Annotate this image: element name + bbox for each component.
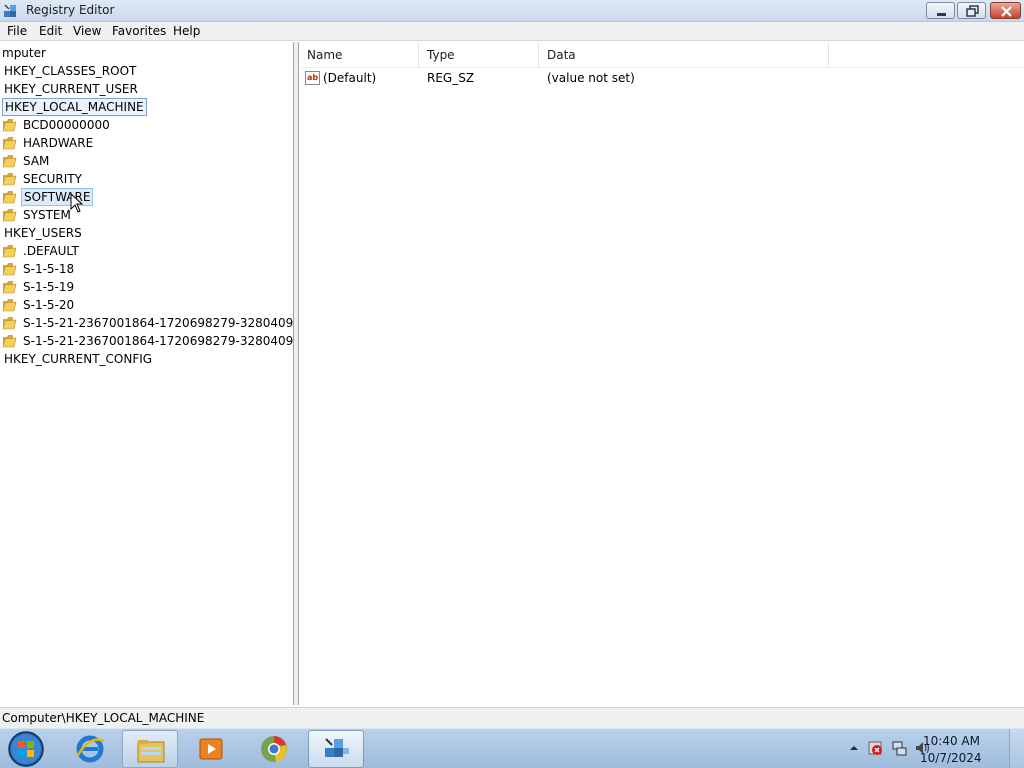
menu-help[interactable]: Help (173, 24, 200, 38)
folder-icon (2, 335, 17, 348)
show-hidden-icons-chevron-icon[interactable] (846, 740, 862, 756)
string-value-icon: ab (305, 71, 320, 85)
tree-item-label: HARDWARE (23, 136, 94, 150)
folder-icon (2, 173, 17, 186)
value-row[interactable]: ab (Default) REG_SZ (value not set) (299, 69, 1024, 87)
chrome-icon (261, 736, 287, 762)
tree-item-label: SAM (23, 154, 50, 168)
value-data: (value not set) (547, 71, 635, 85)
restore-button[interactable] (957, 2, 986, 19)
folder-icon (2, 245, 17, 258)
menu-file[interactable]: File (7, 24, 27, 38)
mouse-cursor-icon (70, 193, 84, 213)
start-orb-icon[interactable] (6, 730, 46, 768)
menu-favorites[interactable]: Favorites (112, 24, 166, 38)
tree-item-label: HKEY_USERS (4, 226, 82, 240)
folder-icon (2, 191, 17, 204)
close-button[interactable] (990, 2, 1021, 19)
taskbar-chrome[interactable] (246, 730, 302, 768)
column-header-name[interactable]: Name (299, 42, 419, 68)
tree-item-label: HKEY_CURRENT_USER (4, 82, 138, 96)
registry-editor-icon (4, 4, 16, 17)
clock-date[interactable]: 10/7/2024 (920, 751, 982, 765)
folder-icon (2, 155, 17, 168)
taskbar-media-player[interactable] (184, 730, 240, 768)
media-player-icon (199, 738, 223, 760)
menu-edit[interactable]: Edit (39, 24, 62, 38)
tree-item-label: mputer (2, 46, 46, 60)
action-center-warning-icon[interactable] (867, 740, 883, 756)
registry-tree[interactable]: mputer HKEY_CLASSES_ROOT HKEY_CURRENT_USE… (0, 42, 294, 705)
column-header-data[interactable]: Data (539, 42, 829, 68)
clock-time[interactable]: 10:40 AM (920, 734, 980, 748)
menu-view[interactable]: View (73, 24, 101, 38)
value-type: REG_SZ (427, 71, 475, 85)
folder-icon (2, 119, 17, 132)
tree-item-label: SECURITY (23, 172, 82, 186)
tree-item-label: HKEY_LOCAL_MACHINE (2, 98, 147, 116)
minimize-icon (937, 13, 946, 16)
internet-explorer-icon (76, 735, 105, 763)
tree-item-label: HKEY_CLASSES_ROOT (4, 64, 137, 78)
taskbar-registry-editor[interactable] (308, 730, 364, 768)
folder-icon (2, 137, 17, 150)
windows-explorer-icon (137, 740, 165, 763)
tree-item-label: S-1-5-21-2367001864-1720698279-328040955… (23, 334, 294, 348)
restore-icon (966, 5, 979, 17)
menu-bar: File Edit View Favorites Help (0, 22, 1024, 41)
tree-item-label: S-1-5-20 (23, 298, 75, 312)
registry-editor-icon (325, 738, 349, 757)
folder-icon (2, 263, 17, 276)
status-path: Computer\HKEY_LOCAL_MACHINE (2, 711, 205, 725)
tree-item-label: HKEY_CURRENT_CONFIG (4, 352, 153, 366)
show-desktop-button[interactable] (1009, 729, 1024, 768)
network-icon[interactable] (891, 740, 907, 756)
tree-item-label: S-1-5-19 (23, 280, 75, 294)
status-bar: Computer\HKEY_LOCAL_MACHINE (0, 707, 1024, 728)
folder-icon (2, 209, 17, 222)
taskbar: 10:40 AM 10/7/2024 (0, 728, 1024, 768)
taskbar-internet-explorer[interactable] (62, 730, 118, 768)
folder-icon (2, 281, 17, 294)
value-name: (Default) (323, 71, 377, 85)
tree-item-label: .DEFAULT (23, 244, 79, 258)
values-list[interactable]: Name Type Data ab (Default) REG_SZ (valu… (298, 42, 1024, 705)
folder-icon (2, 299, 17, 312)
tree-item-label: BCD00000000 (23, 118, 110, 132)
window-title: Registry Editor (26, 3, 115, 17)
tree-item-label: SYSTEM (23, 208, 71, 222)
tree-item-label: S-1-5-21-2367001864-1720698279-328040955… (23, 316, 294, 330)
column-header-type[interactable]: Type (419, 42, 539, 68)
taskbar-windows-explorer[interactable] (122, 730, 178, 768)
close-icon (1001, 6, 1012, 17)
minimize-button[interactable] (926, 2, 955, 19)
title-bar: Registry Editor (0, 0, 1024, 22)
tree-item-label: S-1-5-18 (23, 262, 75, 276)
folder-icon (2, 317, 17, 330)
